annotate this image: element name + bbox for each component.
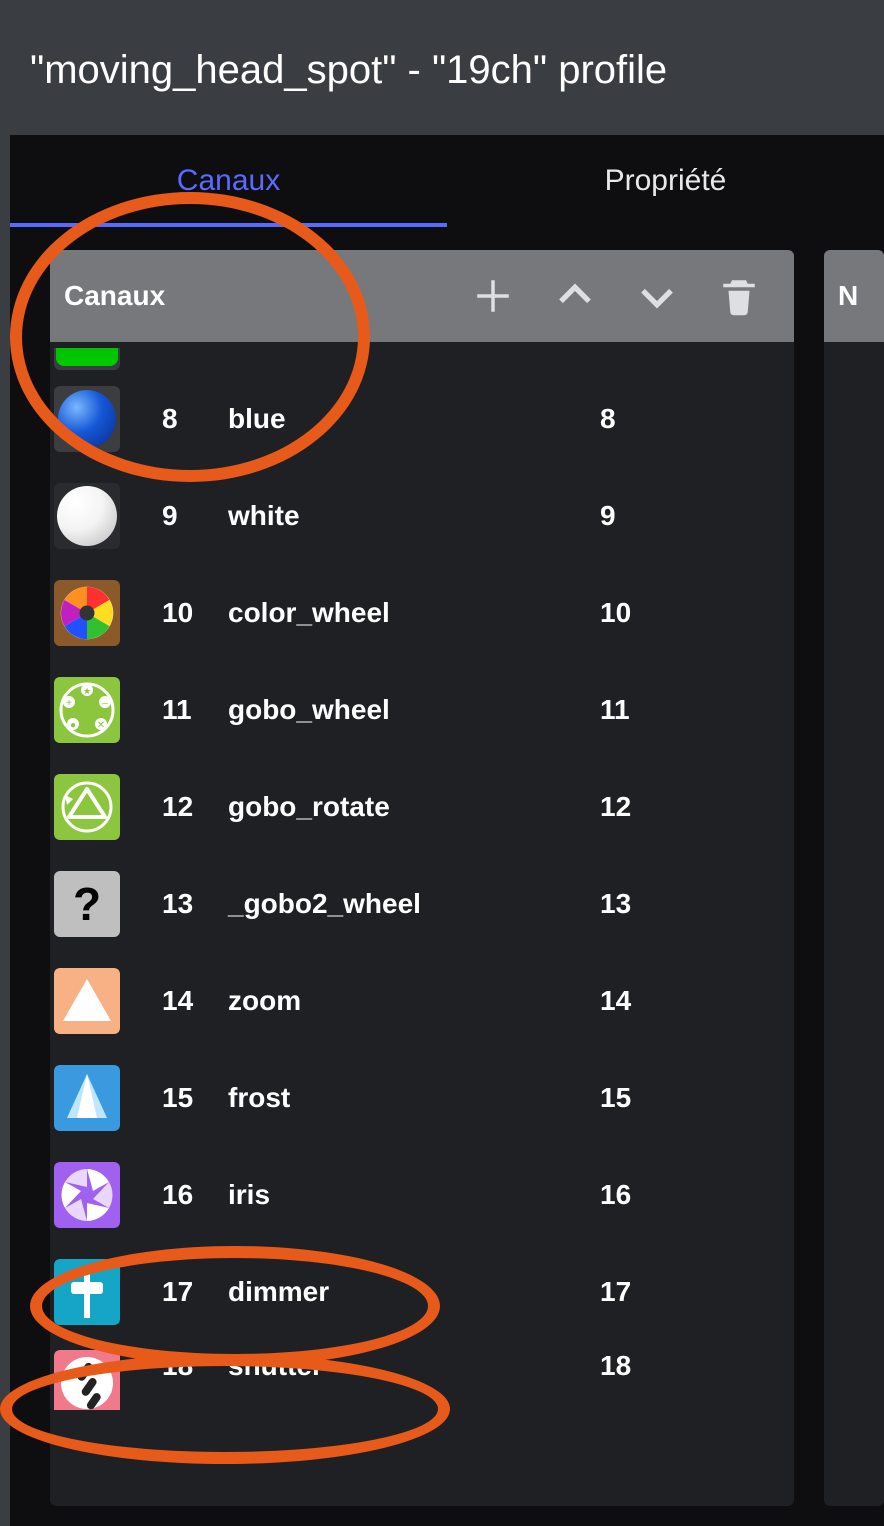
channel-row[interactable]: 8blue8 bbox=[50, 370, 794, 467]
channel-number: 12 bbox=[120, 791, 228, 823]
delete-channel-button[interactable] bbox=[698, 250, 780, 342]
channel-name: blue bbox=[228, 403, 600, 435]
channel-address: 12 bbox=[600, 791, 790, 823]
tab-proprietes[interactable]: Propriété bbox=[447, 136, 884, 226]
content-area: Canaux Propriété Canaux bbox=[10, 135, 884, 1526]
channel-address: 10 bbox=[600, 597, 790, 629]
tab-bar: Canaux Propriété bbox=[10, 135, 884, 227]
channel-name: white bbox=[228, 500, 600, 532]
frost-icon bbox=[54, 1065, 120, 1131]
tab-canaux[interactable]: Canaux bbox=[10, 136, 447, 226]
gobo-wheel-icon: ★ – ✕ ● + bbox=[54, 677, 120, 743]
svg-text:–: – bbox=[102, 698, 108, 709]
svg-text:✕: ✕ bbox=[97, 720, 105, 731]
channel-list: 8blue89white910color_wheel10★–✕●+11gobo_… bbox=[50, 342, 794, 1506]
channel-name: color_wheel bbox=[228, 597, 600, 629]
page-title: "moving_head_spot" - "19ch" profile bbox=[0, 0, 884, 123]
green-strip-icon bbox=[54, 348, 120, 370]
blue-sphere-icon bbox=[54, 386, 120, 452]
channel-address: 13 bbox=[600, 888, 790, 920]
channel-row[interactable]: 15frost15 bbox=[50, 1049, 794, 1146]
trash-icon bbox=[718, 275, 760, 317]
plus-icon bbox=[472, 275, 514, 317]
panels: Canaux 8blue89white910color_wheel10★–✕●+… bbox=[50, 250, 884, 1506]
channel-row[interactable]: ?13_gobo2_wheel13 bbox=[50, 855, 794, 952]
channel-row[interactable]: 17dimmer17 bbox=[50, 1243, 794, 1340]
channel-number: 13 bbox=[120, 888, 228, 920]
channel-address: 17 bbox=[600, 1276, 790, 1308]
channel-name: zoom bbox=[228, 985, 600, 1017]
svg-text:+: + bbox=[66, 698, 72, 709]
color-wheel-icon bbox=[54, 580, 120, 646]
channel-address: 15 bbox=[600, 1082, 790, 1114]
shutter-icon bbox=[54, 1350, 120, 1410]
channel-name: shutter bbox=[228, 1350, 600, 1382]
svg-text:●: ● bbox=[70, 720, 76, 731]
channel-name: _gobo2_wheel bbox=[228, 888, 600, 920]
move-up-button[interactable] bbox=[534, 250, 616, 342]
chevron-down-icon bbox=[636, 275, 678, 317]
channel-number: 16 bbox=[120, 1179, 228, 1211]
channel-row[interactable]: 9white9 bbox=[50, 467, 794, 564]
channel-name: dimmer bbox=[228, 1276, 600, 1308]
gobo-rotate-icon bbox=[54, 774, 120, 840]
channel-number: 11 bbox=[120, 694, 228, 726]
channel-name: iris bbox=[228, 1179, 600, 1211]
question-icon: ? bbox=[54, 871, 120, 937]
add-channel-button[interactable] bbox=[452, 250, 534, 342]
channel-address: 11 bbox=[600, 694, 790, 726]
channel-number: 9 bbox=[120, 500, 228, 532]
side-panel-title: N bbox=[838, 280, 858, 312]
side-panel: N bbox=[824, 250, 884, 1506]
chevron-up-icon bbox=[554, 275, 596, 317]
channel-row[interactable]: 12gobo_rotate12 bbox=[50, 758, 794, 855]
channels-panel-title: Canaux bbox=[64, 280, 165, 312]
dimmer-icon bbox=[54, 1259, 120, 1325]
channel-name: frost bbox=[228, 1082, 600, 1114]
channel-row[interactable]: 18shutter18 bbox=[50, 1340, 794, 1410]
side-panel-header: N bbox=[824, 250, 884, 342]
channels-panel: Canaux 8blue89white910color_wheel10★–✕●+… bbox=[50, 250, 794, 1506]
channel-row[interactable]: ★ – ✕ ● +11gobo_wheel11 bbox=[50, 661, 794, 758]
channel-number: 17 bbox=[120, 1276, 228, 1308]
channel-address: 18 bbox=[600, 1350, 790, 1382]
zoom-icon bbox=[54, 968, 120, 1034]
channel-address: 14 bbox=[600, 985, 790, 1017]
channels-panel-header: Canaux bbox=[50, 250, 794, 342]
channel-number: 14 bbox=[120, 985, 228, 1017]
iris-icon bbox=[54, 1162, 120, 1228]
channel-row[interactable]: 10color_wheel10 bbox=[50, 564, 794, 661]
channel-number: 18 bbox=[120, 1350, 228, 1382]
channel-address: 9 bbox=[600, 500, 790, 532]
channel-address: 16 bbox=[600, 1179, 790, 1211]
channel-row[interactable]: 16iris16 bbox=[50, 1146, 794, 1243]
channel-number: 10 bbox=[120, 597, 228, 629]
tab-underline bbox=[10, 223, 447, 227]
channel-row[interactable] bbox=[50, 348, 794, 370]
move-down-button[interactable] bbox=[616, 250, 698, 342]
white-sphere-icon bbox=[54, 483, 120, 549]
channel-row[interactable]: 14zoom14 bbox=[50, 952, 794, 1049]
channel-name: gobo_wheel bbox=[228, 694, 600, 726]
svg-text:★: ★ bbox=[83, 686, 91, 696]
channel-number: 8 bbox=[120, 403, 228, 435]
channel-name: gobo_rotate bbox=[228, 791, 600, 823]
channel-address: 8 bbox=[600, 403, 790, 435]
channel-number: 15 bbox=[120, 1082, 228, 1114]
